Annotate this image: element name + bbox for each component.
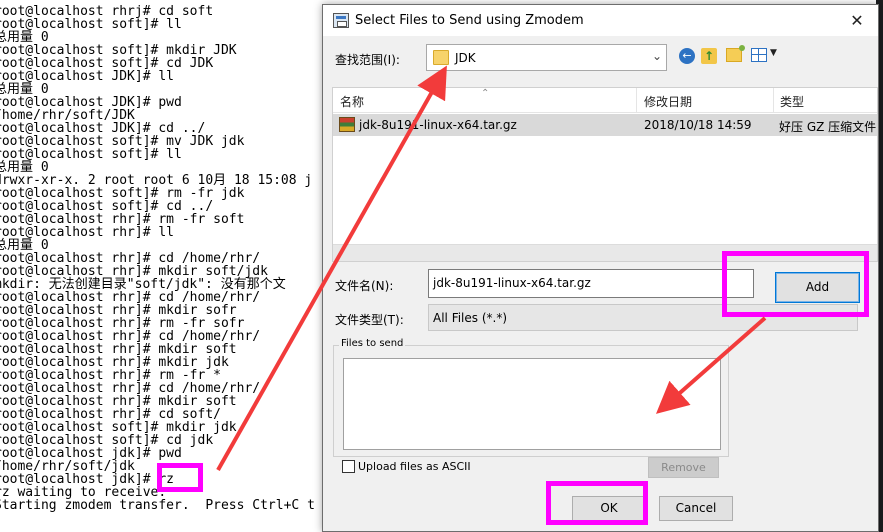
filename-label: 文件名(N): [335, 279, 394, 293]
archive-file-icon [339, 117, 355, 132]
filetype-dropdown[interactable]: All Files (*.*) [428, 304, 858, 331]
column-header-name[interactable]: 名称 [340, 93, 364, 110]
column-header-type[interactable]: 类型 [780, 93, 804, 110]
upload-ascii-label[interactable]: Upload files as ASCII [358, 460, 471, 473]
sort-ascending-icon: ⌃ [481, 88, 490, 99]
file-type: 好压 GZ 压缩文件 [779, 120, 877, 134]
chevron-down-icon[interactable]: ⌄ [652, 49, 662, 63]
add-button[interactable]: Add [775, 272, 860, 303]
dialog-titlebar: Select Files to Send using Zmodem ✕ [323, 5, 878, 36]
file-name: jdk-8u191-linux-x64.tar.gz [359, 118, 517, 132]
ok-button[interactable]: OK [572, 496, 646, 521]
filename-input[interactable]: jdk-8u191-linux-x64.tar.gz [428, 269, 754, 298]
upload-ascii-checkbox[interactable] [342, 460, 355, 473]
file-date: 2018/10/18 14:59 [644, 118, 752, 132]
dialog-title: Select Files to Send using Zmodem [355, 13, 584, 28]
horizontal-scrollbar[interactable] [333, 244, 877, 261]
files-to-send-label: Files to send [339, 338, 406, 349]
file-list-header: 名称 ⌃ 修改日期 类型 [333, 88, 877, 113]
cancel-button[interactable]: Cancel [659, 496, 733, 521]
column-header-date[interactable]: 修改日期 [644, 93, 692, 110]
remove-button[interactable]: Remove [648, 457, 719, 478]
zmodem-file-dialog: Select Files to Send using Zmodem ✕ 查找范围… [322, 4, 879, 532]
files-to-send-list[interactable] [343, 358, 721, 450]
view-menu-icon[interactable] [751, 48, 767, 62]
close-icon[interactable]: ✕ [840, 7, 874, 34]
filetype-label: 文件类型(T): [335, 313, 404, 327]
up-folder-icon[interactable]: ↑ [701, 48, 717, 64]
look-in-value: JDK [455, 51, 476, 65]
file-list[interactable]: 名称 ⌃ 修改日期 类型 jdk-8u191-linux-x64.tar.gz … [332, 87, 878, 262]
view-dropdown-arrow-icon[interactable]: ▼ [770, 48, 777, 58]
files-to-send-group: Files to send [333, 338, 729, 457]
look-in-dropdown[interactable]: JDK ⌄ [426, 44, 667, 71]
file-row[interactable]: jdk-8u191-linux-x64.tar.gz 2018/10/18 14… [333, 114, 877, 136]
column-divider[interactable] [636, 88, 637, 113]
look-in-label: 查找范围(I): [335, 53, 400, 67]
new-folder-icon[interactable] [726, 45, 745, 62]
back-icon[interactable]: ← [679, 48, 695, 64]
window-icon [333, 13, 349, 28]
column-divider[interactable] [773, 88, 774, 113]
filename-value: jdk-8u191-linux-x64.tar.gz [433, 276, 591, 290]
folder-icon [433, 50, 449, 65]
filetype-value: All Files (*.*) [433, 311, 508, 325]
